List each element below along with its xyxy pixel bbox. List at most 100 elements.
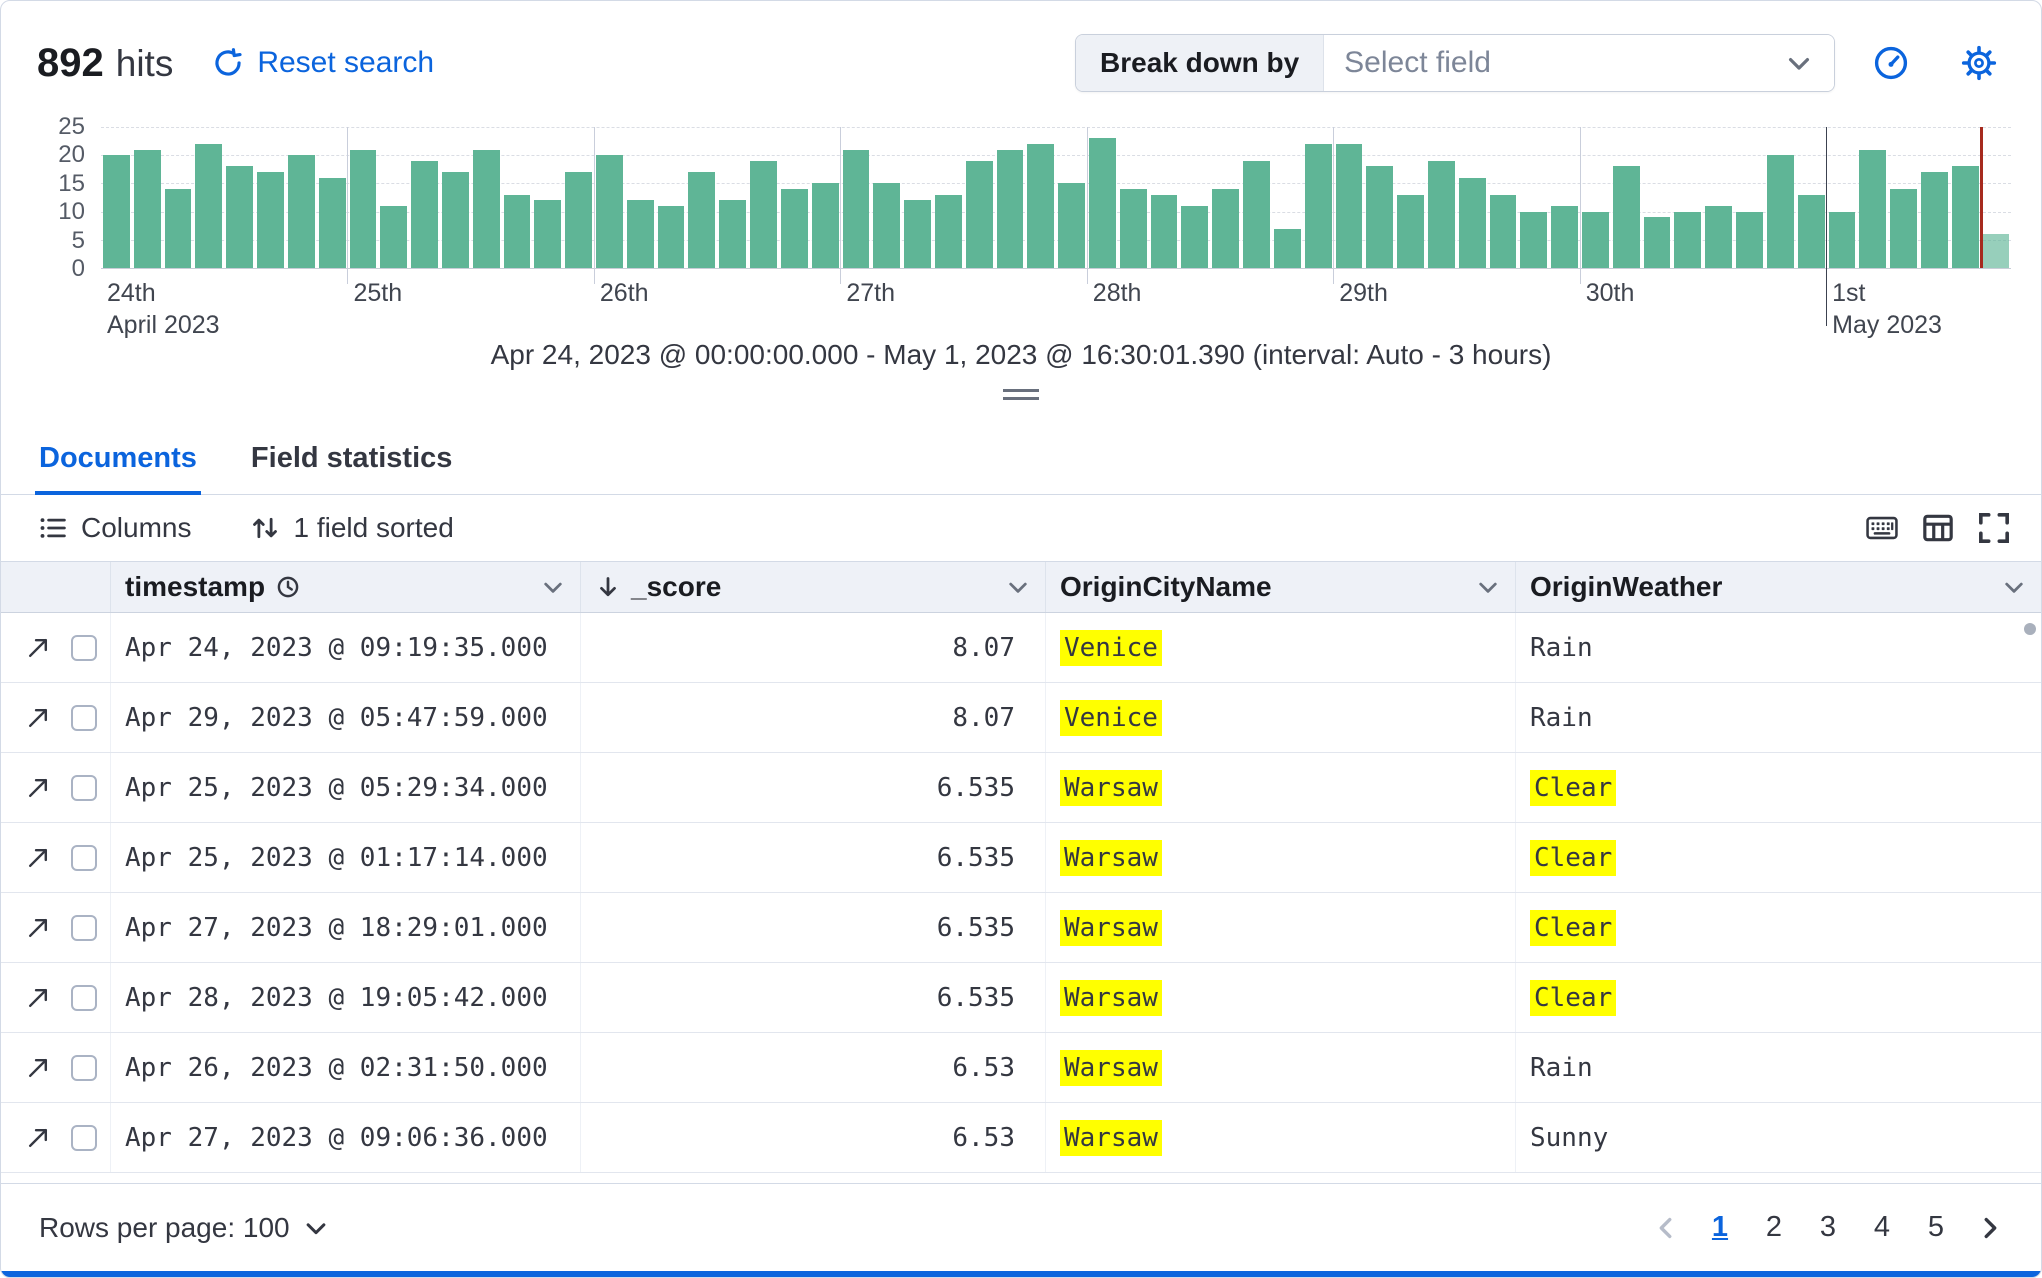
expand-row-button[interactable] [23,633,53,663]
histogram-bar[interactable] [318,177,346,268]
histogram-bar[interactable] [1766,155,1794,268]
histogram-bar[interactable] [1951,166,1979,268]
histogram-bars[interactable] [101,127,2011,268]
histogram-bar[interactable] [133,149,161,268]
reset-search-button[interactable]: Reset search [203,40,444,86]
keyboard-shortcuts-button[interactable] [1857,503,1907,553]
histogram-bar[interactable] [441,172,469,268]
page-button-2[interactable]: 2 [1749,1203,1799,1253]
expand-row-button[interactable] [23,703,53,733]
histogram-bar[interactable] [1119,189,1147,268]
row-checkbox[interactable] [71,774,97,801]
histogram-bar[interactable] [1489,194,1517,268]
histogram-bar[interactable] [503,194,531,268]
histogram-bar[interactable] [1458,177,1486,268]
next-page-button[interactable] [1965,1203,2015,1253]
histogram-bar[interactable] [1273,228,1301,268]
histogram-bar[interactable] [1982,234,2010,268]
expand-row-button[interactable] [23,843,53,873]
expand-row-button[interactable] [23,913,53,943]
histogram-bar[interactable] [688,172,716,268]
row-checkbox[interactable] [71,634,97,661]
histogram-bar[interactable] [1643,217,1671,268]
row-checkbox[interactable] [71,984,97,1011]
header-timestamp[interactable]: timestamp [111,562,581,612]
row-checkbox[interactable] [71,844,97,871]
page-button-4[interactable]: 4 [1857,1203,1907,1253]
histogram-bar[interactable] [1366,166,1394,268]
histogram-bar[interactable] [103,155,130,268]
sort-fields-button[interactable]: 1 field sorted [235,512,469,544]
expand-row-button[interactable] [23,1123,53,1153]
histogram-bar[interactable] [1181,205,1209,268]
histogram-bar[interactable] [996,149,1024,268]
breakdown-select[interactable]: Select field [1324,35,1834,91]
chart-suggestions-button[interactable] [1865,37,1917,89]
expand-row-button[interactable] [23,983,53,1013]
histogram-plot[interactable] [101,127,2011,326]
histogram-bar[interactable] [164,189,192,268]
histogram-bar[interactable] [1150,194,1178,268]
histogram-bar[interactable] [1890,189,1917,268]
histogram-bar[interactable] [1920,172,1948,268]
histogram-bar[interactable] [287,155,315,268]
header-score[interactable]: _score [581,562,1046,612]
columns-button[interactable]: Columns [23,512,207,544]
histogram-bar[interactable] [534,200,562,268]
page-button-1[interactable]: 1 [1695,1203,1745,1253]
histogram-bar[interactable] [811,183,839,268]
histogram-bar[interactable] [1612,166,1640,268]
scrollbar-thumb[interactable] [2024,623,2036,635]
histogram-bar[interactable] [750,160,777,268]
histogram-bar[interactable] [1582,211,1609,268]
histogram-bar[interactable] [1089,138,1116,268]
fullscreen-button[interactable] [1969,503,2019,553]
expand-row-button[interactable] [23,1053,53,1083]
page-button-3[interactable]: 3 [1803,1203,1853,1253]
histogram-bar[interactable] [934,194,962,268]
histogram-bar[interactable] [873,183,901,268]
header-origin-weather[interactable]: OriginWeather [1516,562,2041,612]
histogram-bar[interactable] [226,166,254,268]
histogram-bar[interactable] [596,155,623,268]
histogram-bar[interactable] [626,200,654,268]
histogram-bar[interactable] [842,149,870,268]
page-button-5[interactable]: 5 [1911,1203,1961,1253]
tab-documents[interactable]: Documents [35,426,201,495]
display-options-button[interactable] [1913,503,1963,553]
row-checkbox[interactable] [71,914,97,941]
histogram-bar[interactable] [780,189,808,268]
row-checkbox[interactable] [71,1124,97,1151]
histogram-bar[interactable] [1674,211,1702,268]
histogram-bar[interactable] [657,205,685,268]
histogram-bar[interactable] [380,205,408,268]
histogram-bar[interactable] [1427,160,1455,268]
histogram-bar[interactable] [719,200,747,268]
expand-row-button[interactable] [23,773,53,803]
row-checkbox[interactable] [71,704,97,731]
histogram-bar[interactable] [1705,205,1733,268]
histogram-bar[interactable] [1243,160,1270,268]
histogram-bar[interactable] [349,149,377,268]
histogram-bar[interactable] [904,200,931,268]
chart-options-button[interactable] [1953,37,2005,89]
histogram-bar[interactable] [411,160,438,268]
histogram-bar[interactable] [257,172,284,268]
histogram-bar[interactable] [1520,211,1548,268]
previous-page-button[interactable] [1641,1203,1691,1253]
histogram-bar[interactable] [1304,143,1332,268]
header-origin-city[interactable]: OriginCityName [1046,562,1516,612]
histogram-bar[interactable] [1859,149,1887,268]
histogram-bar[interactable] [1058,183,1085,268]
histogram-bar[interactable] [965,160,993,268]
tab-field-statistics[interactable]: Field statistics [247,426,456,495]
histogram-bar[interactable] [1797,194,1825,268]
histogram-bar[interactable] [1551,205,1578,268]
row-checkbox[interactable] [71,1054,97,1081]
histogram-bar[interactable] [472,149,500,268]
histogram-bar[interactable] [1212,189,1240,268]
histogram-bar[interactable] [1736,211,1763,268]
histogram-bar[interactable] [1397,194,1424,268]
rows-per-page-button[interactable]: Rows per page: 100 [27,1204,342,1252]
chart-resize-handle[interactable] [1003,389,1039,400]
